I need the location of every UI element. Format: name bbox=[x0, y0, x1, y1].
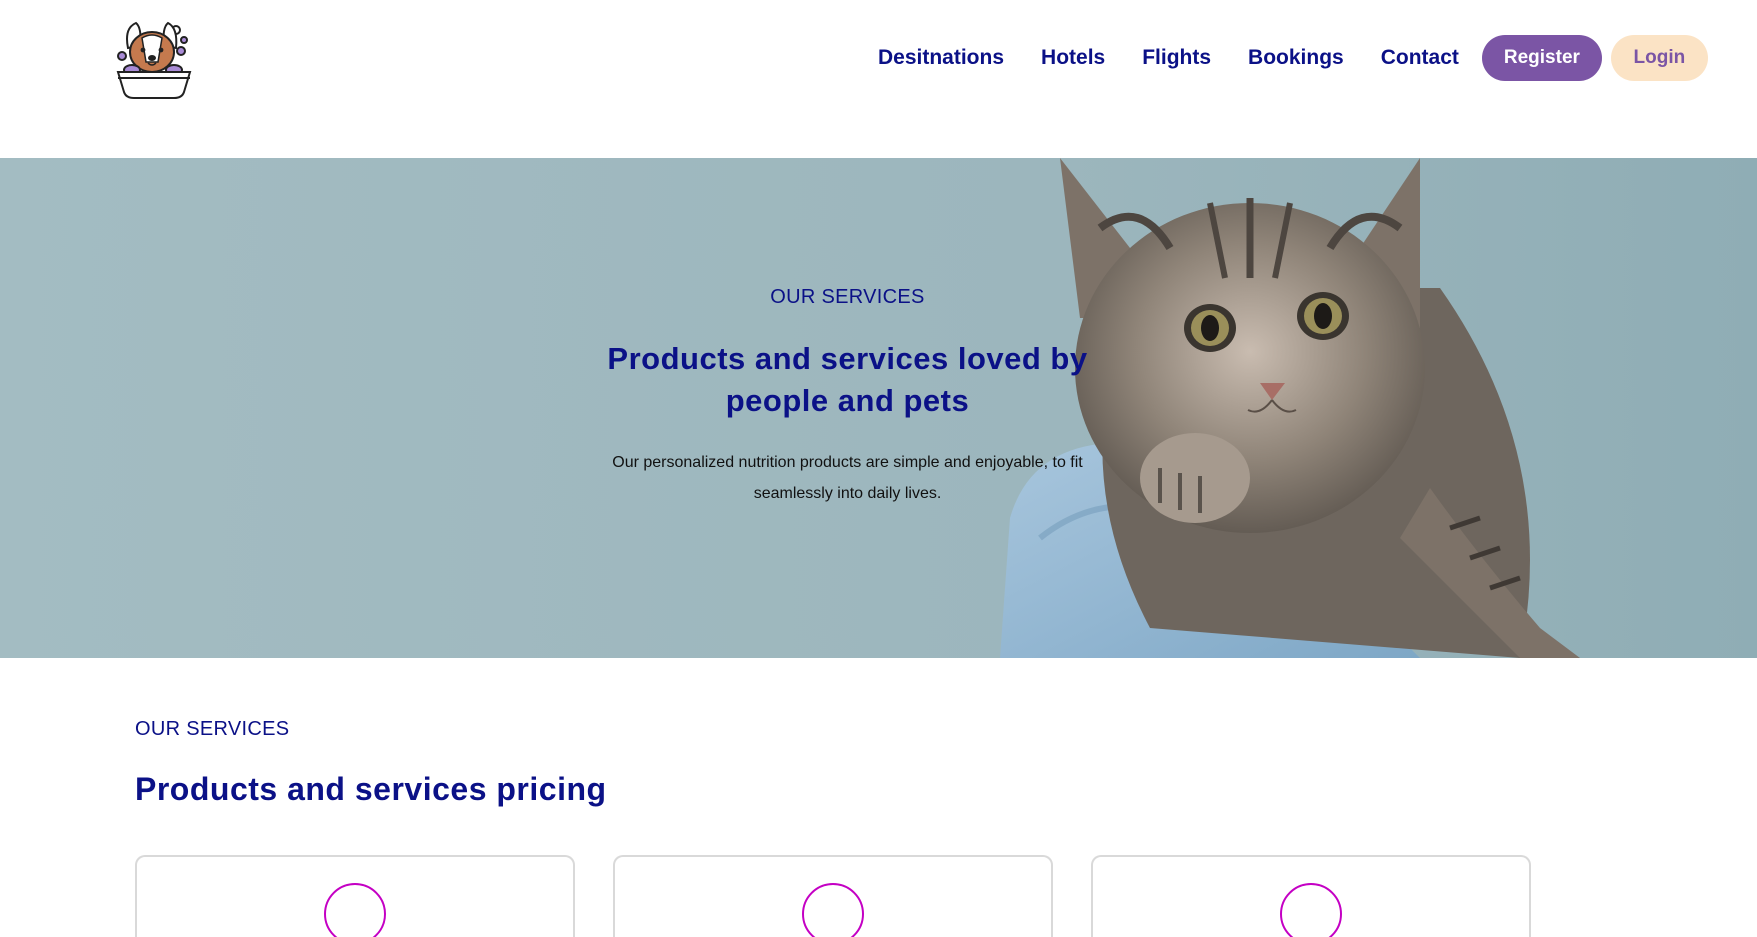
pricing-card[interactable] bbox=[613, 855, 1053, 937]
login-button[interactable]: Login bbox=[1610, 35, 1708, 81]
service-circle-icon bbox=[1280, 883, 1342, 937]
nav-hotels-link[interactable]: Hotels bbox=[1041, 46, 1105, 70]
register-button[interactable]: Register bbox=[1481, 35, 1602, 81]
services-section: OUR SERVICES Products and services prici… bbox=[135, 718, 607, 808]
services-title: Products and services pricing bbox=[135, 771, 607, 807]
services-eyebrow: OUR SERVICES bbox=[135, 718, 290, 740]
hero-content: OUR SERVICES Products and services loved… bbox=[560, 158, 1135, 509]
dog-bath-logo-icon[interactable] bbox=[114, 18, 194, 100]
hero-banner: OUR SERVICES Products and services loved… bbox=[0, 158, 1757, 658]
pricing-card[interactable] bbox=[1091, 855, 1531, 937]
pricing-card[interactable] bbox=[135, 855, 575, 937]
service-circle-icon bbox=[802, 883, 864, 937]
nav-bookings-link[interactable]: Bookings bbox=[1248, 46, 1344, 70]
site-header: Desitnations Hotels Flights Bookings Con… bbox=[0, 0, 1757, 158]
nav-destinations-link[interactable]: Desitnations bbox=[878, 46, 1004, 70]
hero-eyebrow: OUR SERVICES bbox=[770, 286, 925, 308]
hero-description: Our personalized nutrition products are … bbox=[612, 454, 1083, 502]
nav-flights-link[interactable]: Flights bbox=[1142, 46, 1211, 70]
nav-contact-link[interactable]: Contact bbox=[1381, 46, 1459, 70]
hero-title: Products and services loved by people an… bbox=[607, 341, 1088, 418]
service-circle-icon bbox=[324, 883, 386, 937]
main-nav: Desitnations Hotels Flights Bookings Con… bbox=[878, 35, 1708, 81]
pricing-cards bbox=[135, 855, 1569, 937]
